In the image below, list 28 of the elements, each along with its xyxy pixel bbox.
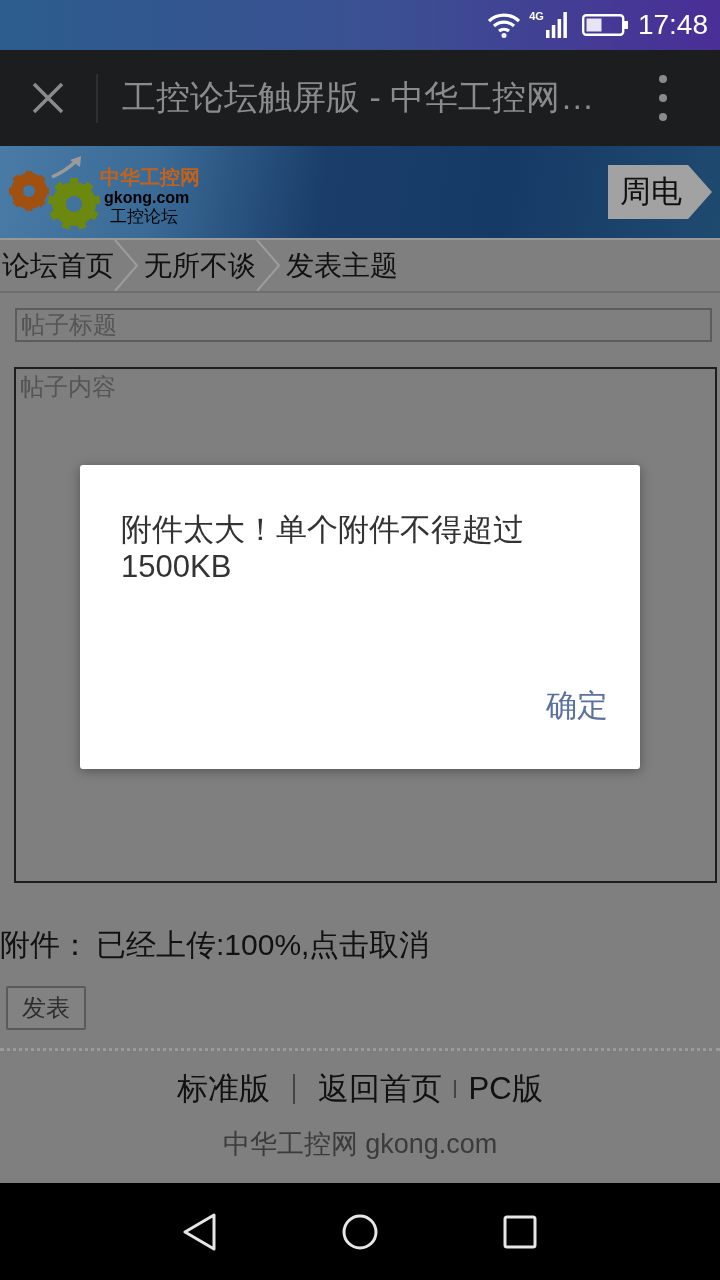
gears-arrow-icon <box>8 154 100 230</box>
battery-icon <box>581 14 628 36</box>
wifi-icon <box>488 12 521 38</box>
dialog-message: 附件太大！单个附件不得超过1500KB <box>120 511 525 585</box>
logo-title: 中华工控网 <box>100 165 200 188</box>
home-icon[interactable] <box>342 1213 378 1250</box>
header-arrow-button[interactable]: 周电 <box>608 165 712 219</box>
menu-icon[interactable] <box>659 75 667 121</box>
copyright-text: 中华工控网 gkong.com <box>221 1128 499 1161</box>
page-title: 工控论坛触屏版 - 中华工控网… <box>122 77 596 118</box>
signal-icon <box>545 12 567 38</box>
confirm-button[interactable]: 确定 <box>530 670 624 742</box>
logo-subtitle: 工控论坛 <box>110 206 178 227</box>
breadcrumb-current: 发表主题 <box>286 248 398 283</box>
footer-link[interactable]: 返回首页 <box>318 1068 443 1110</box>
footer-link[interactable]: PC版 <box>468 1068 543 1110</box>
close-icon[interactable] <box>32 82 64 114</box>
submit-button[interactable]: 发表 <box>6 986 86 1030</box>
network-type: 4G <box>529 10 544 22</box>
upload-status-link[interactable]: 已经上传:100%,点击取消 <box>96 925 430 965</box>
breadcrumb-link[interactable]: 论坛首页 <box>2 248 114 283</box>
back-icon[interactable] <box>183 1212 217 1251</box>
footer-link[interactable]: 标准版 <box>177 1068 271 1110</box>
logo-domain: gkong.com <box>104 187 190 207</box>
recents-icon[interactable] <box>503 1214 537 1249</box>
status-time: 17:48 <box>637 9 708 41</box>
breadcrumb-link[interactable]: 无所不谈 <box>144 248 256 283</box>
attachment-label: 附件： <box>0 927 90 963</box>
